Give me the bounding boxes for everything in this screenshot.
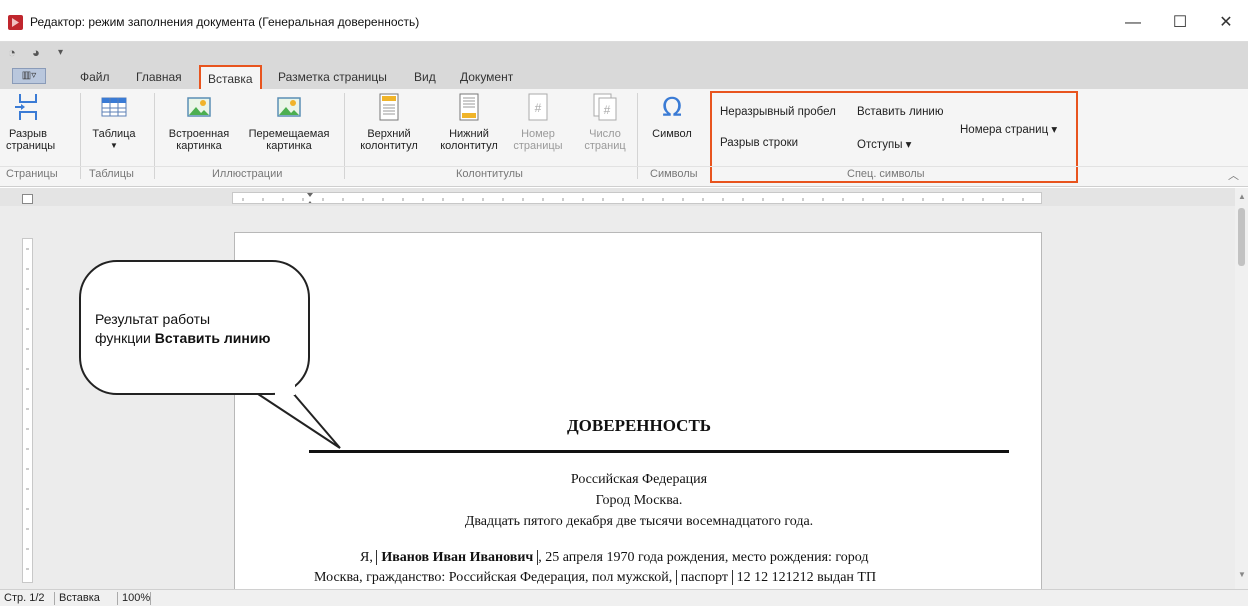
header-button[interactable]: Верхний колонтитул [350, 92, 428, 152]
status-zoom[interactable]: 100% [122, 592, 150, 604]
status-bar: Стр. 1/2 Вставка 100% [0, 589, 1248, 606]
svg-text:#: # [604, 103, 611, 117]
symbol-button[interactable]: Ω Символ [642, 92, 702, 140]
nbsp-button[interactable]: Неразрывный пробел [720, 106, 836, 118]
group-symbols-label: Символы [650, 168, 698, 180]
header-icon [379, 93, 399, 121]
status-divider [54, 592, 55, 605]
scroll-up-icon[interactable]: ▲ [1238, 192, 1246, 201]
tab-document[interactable]: Документ [460, 70, 513, 84]
field-full-name[interactable]: Иванов Иван Иванович [376, 550, 539, 565]
footer-button[interactable]: Нижний колонтитул [430, 92, 508, 152]
line-break-button[interactable]: Разрыв строки [720, 137, 798, 149]
vertical-scrollbar[interactable]: ▲ ▼ [1235, 188, 1248, 589]
page-count-icon: # [593, 93, 617, 121]
status-mode[interactable]: Вставка [59, 592, 100, 604]
scrollbar-thumb[interactable] [1238, 208, 1245, 266]
footer-icon [459, 93, 479, 121]
paragraph-line2-end: 12 12 121212 выдан ТП [733, 570, 877, 585]
page-number-label-2: страницы [513, 140, 563, 152]
page-count-label: Число [589, 128, 621, 140]
page-number-button[interactable]: # Номер страницы [510, 92, 566, 152]
paragraph-start: Я, [360, 550, 377, 565]
svg-text:Ω: Ω [662, 93, 682, 122]
callout-line-2-prefix: функции [95, 330, 155, 346]
document-line-country: Российская Федерация [570, 472, 708, 487]
document-line-city: Город Москва. [595, 493, 683, 508]
page-count-button[interactable]: # Число страниц [578, 92, 632, 152]
group-special-label: Спец. символы [847, 168, 925, 180]
callout-tail-cover [275, 385, 295, 395]
document-paragraph-line-1: Я, Иванов Иван Иванович, 25 апреля 1970 … [360, 550, 869, 566]
minimize-button[interactable]: — [1110, 8, 1156, 38]
status-divider [150, 592, 151, 605]
callout-bubble: Результат работы функции Вставить линию [79, 260, 310, 395]
document-line-date: Двадцать пятого декабря две тысячи восем… [464, 514, 814, 529]
scroll-down-icon[interactable]: ▼ [1238, 570, 1246, 579]
paragraph-line2-start: Москва, гражданство: Российская Федераци… [314, 570, 676, 585]
maximize-button[interactable]: ☐ [1157, 8, 1203, 38]
close-button[interactable]: ✕ [1203, 8, 1248, 38]
symbol-label: Символ [652, 128, 692, 140]
svg-text:#: # [535, 101, 542, 115]
paragraph-rest: , 25 апреля 1970 года рождения, место ро… [538, 550, 869, 565]
callout-line-2-bold: Вставить линию [154, 330, 271, 346]
field-passport[interactable]: паспорт [675, 570, 734, 585]
footer-label-2: колонтитул [440, 140, 498, 152]
indents-dropdown[interactable]: Отступы ▾ [857, 137, 911, 151]
inserted-horizontal-line[interactable] [309, 450, 1009, 453]
tab-view[interactable]: Вид [414, 70, 436, 84]
collapse-ribbon-icon[interactable]: ︿ [1228, 167, 1239, 183]
status-page: Стр. 1/2 [4, 592, 45, 604]
callout-line-2: функции Вставить линию [95, 329, 270, 348]
document-paragraph-line-2: Москва, гражданство: Российская Федераци… [314, 570, 876, 586]
page-numbers-dropdown[interactable]: Номера страниц ▾ [960, 122, 1057, 136]
header-label: Верхний [367, 128, 411, 140]
page-number-icon: # [528, 93, 548, 121]
callout-line-1: Результат работы [95, 311, 211, 327]
group-headers-label: Колонтитулы [456, 168, 523, 180]
page-count-label-2: страниц [584, 140, 626, 152]
page-number-label: Номер [521, 128, 555, 140]
header-label-2: колонтитул [360, 140, 418, 152]
omega-icon: Ω [662, 93, 682, 122]
footer-label: Нижний [449, 128, 489, 140]
callout-text: Результат работы функции Вставить линию [95, 310, 270, 348]
insert-line-button[interactable]: Вставить линию [857, 106, 943, 118]
status-divider [117, 592, 118, 605]
